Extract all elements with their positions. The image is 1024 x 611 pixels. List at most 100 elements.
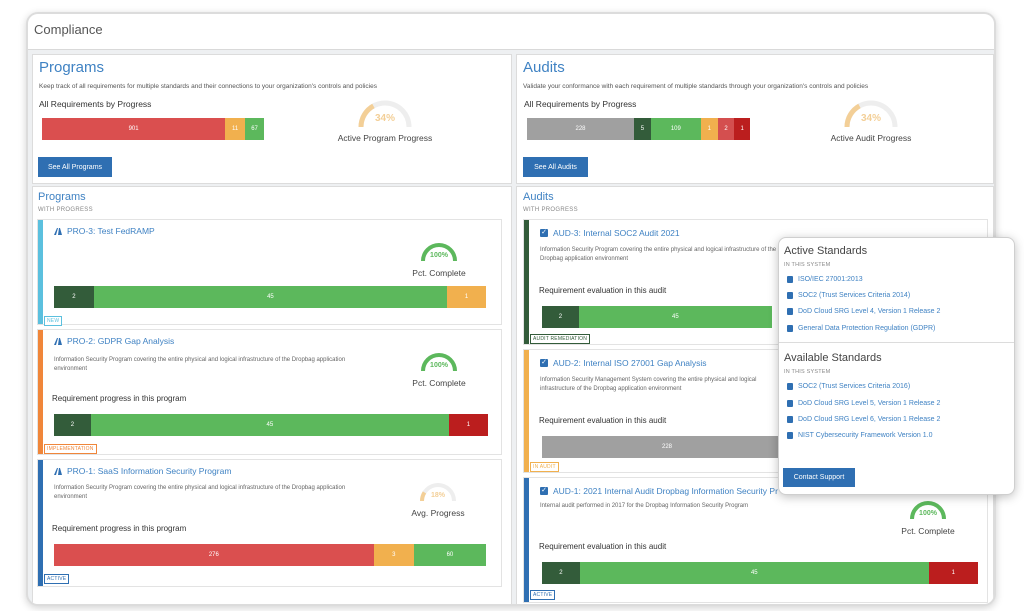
program-avg-label: Avg. Progress <box>411 508 465 518</box>
bar-segment: 228 <box>542 436 792 458</box>
bar-segment: 2 <box>542 306 579 328</box>
audit-title-text: AUD-3: Internal SOC2 Audit 2021 <box>553 228 680 238</box>
document-icon <box>787 276 793 283</box>
standard-label: ISO/IEC 27001:2013 <box>798 276 863 283</box>
bar-segment: 2 <box>54 286 94 308</box>
program-description: Information Security Program covering th… <box>54 485 346 500</box>
available-standard-item[interactable]: SOC2 (Trust Services Criteria 2016) <box>787 383 910 390</box>
program-card-title[interactable]: PRO-2: GDPR Gap Analysis <box>54 336 174 346</box>
program-requirement-bar: 2 45 1 <box>54 286 486 308</box>
audit-title-text: AUD-1: 2021 Internal Audit Dropbag Infor… <box>553 486 778 496</box>
program-avg-gauge: 18% <box>420 483 456 502</box>
audits-summary-description: Validate your conformance with each requ… <box>523 83 869 90</box>
status-badge: ACTIVE <box>44 574 70 584</box>
audit-card-title[interactable]: ✓ AUD-2: Internal ISO 27001 Gap Analysis <box>540 358 707 368</box>
document-icon <box>787 416 793 423</box>
audit-card-title[interactable]: ✓ AUD-3: Internal SOC2 Audit 2021 <box>540 228 680 238</box>
card-status-stripe <box>38 460 43 586</box>
audit-progress-label: Active Audit Progress <box>830 133 912 143</box>
program-card-title[interactable]: PRO-3: Test FedRAMP <box>54 226 155 236</box>
bar-segment: 901 <box>42 118 226 140</box>
popover-divider <box>779 342 1014 343</box>
see-all-audits-button[interactable]: See All Audits <box>523 157 588 177</box>
status-badge: IN AUDIT <box>530 462 559 472</box>
program-title-text: PRO-1: SaaS Information Security Program <box>67 466 232 476</box>
bar-segment: 1 <box>447 286 486 308</box>
checkbox-icon: ✓ <box>540 229 548 237</box>
active-standard-item[interactable]: DoD Cloud SRG Level 4, Version 1 Release… <box>787 308 940 315</box>
available-standard-item[interactable]: DoD Cloud SRG Level 6, Version 1 Release… <box>787 416 940 423</box>
program-card[interactable]: PRO-1: SaaS Information Security Program… <box>37 459 502 587</box>
bar-segment: 228 <box>527 118 635 140</box>
card-status-stripe <box>524 220 529 344</box>
bar-segment: 2 <box>54 414 91 436</box>
standard-label: DoD Cloud SRG Level 6, Version 1 Release… <box>798 416 941 423</box>
bar-segment: 5 <box>634 118 651 140</box>
document-icon <box>787 292 793 299</box>
audit-requirement-bar: 2 45 <box>542 306 772 328</box>
audit-requirement-bar: 228 <box>542 436 792 458</box>
active-standard-item[interactable]: SOC2 (Trust Services Criteria 2014) <box>787 292 910 299</box>
bar-segment: 109 <box>650 118 701 140</box>
program-type-icon <box>54 227 62 235</box>
program-complete-gauge: 100% <box>421 353 457 372</box>
programs-progress-bar: 901 11 67 <box>42 118 264 140</box>
available-standards-title: Available Standards <box>784 352 882 364</box>
bar-segment: 1 <box>448 414 488 436</box>
document-icon <box>787 325 793 332</box>
program-title-text: PRO-3: Test FedRAMP <box>67 226 155 236</box>
program-complete-value: 100% <box>430 252 449 259</box>
bar-segment: 45 <box>93 286 448 308</box>
status-badge: ACTIVE <box>530 590 556 600</box>
bar-segment: 276 <box>54 544 374 566</box>
bar-segment: 45 <box>579 562 929 584</box>
standard-label: General Data Protection Regulation (GDPR… <box>798 325 936 332</box>
standard-label: SOC2 (Trust Services Criteria 2014) <box>798 292 911 299</box>
document-icon <box>787 400 793 407</box>
program-description: Information Security Program covering th… <box>54 357 346 372</box>
audit-card-title[interactable]: ✓ AUD-1: 2021 Internal Audit Dropbag Inf… <box>540 486 778 496</box>
standard-label: SOC2 (Trust Services Criteria 2016) <box>798 383 911 390</box>
bar-segment: 1 <box>700 118 718 140</box>
programs-summary-description: Keep track of all requirements for multi… <box>39 83 377 90</box>
program-progress-value: 34% <box>375 113 395 124</box>
audits-bar-heading: All Requirements by Progress <box>524 99 637 109</box>
bar-segment: 1 <box>734 118 750 140</box>
program-complete-label: Pct. Complete <box>412 268 466 278</box>
active-standard-item[interactable]: ISO/IEC 27001:2013 <box>787 276 863 283</box>
active-standard-item[interactable]: General Data Protection Regulation (GDPR… <box>787 325 935 332</box>
audits-progress-bar: 228 5 109 1 2 1 <box>527 118 750 140</box>
program-card[interactable]: PRO-2: GDPR Gap Analysis Information Sec… <box>37 329 502 455</box>
audit-card[interactable]: ✓ AUD-1: 2021 Internal Audit Dropbag Inf… <box>523 477 988 603</box>
bar-segment: 60 <box>413 544 486 566</box>
audit-requirement-bar: 2 45 1 <box>542 562 978 584</box>
audit-title-text: AUD-2: Internal ISO 27001 Gap Analysis <box>553 358 707 368</box>
program-requirement-heading: Requirement progress in this program <box>52 524 187 533</box>
programs-list-panel: Programs WITH PROGRESS PRO-3: Test FedRA… <box>32 186 512 604</box>
bar-segment: 3 <box>373 544 414 566</box>
available-standard-item[interactable]: DoD Cloud SRG Level 5, Version 1 Release… <box>787 400 940 407</box>
audit-description: Information Security Program covering th… <box>540 247 777 262</box>
program-requirement-bar: 2 45 1 <box>54 414 488 436</box>
bar-segment: 2 <box>717 118 735 140</box>
audit-requirement-heading: Requirement evaluation in this audit <box>539 542 667 551</box>
program-complete-label: Pct. Complete <box>412 378 466 388</box>
program-card-title[interactable]: PRO-1: SaaS Information Security Program <box>54 466 231 476</box>
standards-popover: Active Standards IN THIS SYSTEM ISO/IEC … <box>778 237 1015 495</box>
audit-requirement-heading: Requirement evaluation in this audit <box>539 416 667 425</box>
program-card[interactable]: PRO-3: Test FedRAMP 100% Pct. Complete 2… <box>37 219 502 326</box>
card-status-stripe <box>524 350 529 472</box>
card-status-stripe <box>38 220 43 324</box>
program-avg-value: 18% <box>431 492 446 499</box>
bar-segment: 11 <box>225 118 246 140</box>
contact-support-button[interactable]: Contact Support <box>783 468 855 487</box>
program-progress-label: Active Program Progress <box>337 133 433 143</box>
program-requirement-heading: Requirement progress in this program <box>52 394 187 403</box>
checkbox-icon: ✓ <box>540 487 548 495</box>
available-standard-item[interactable]: NIST Cybersecurity Framework Version 1.0 <box>787 432 932 439</box>
standard-label: DoD Cloud SRG Level 4, Version 1 Release… <box>798 308 941 315</box>
active-standards-caption: IN THIS SYSTEM <box>784 262 831 268</box>
see-all-programs-button[interactable]: See All Programs <box>38 157 112 177</box>
program-progress-gauge: 34% <box>358 100 412 128</box>
bar-segment: 45 <box>578 306 772 328</box>
